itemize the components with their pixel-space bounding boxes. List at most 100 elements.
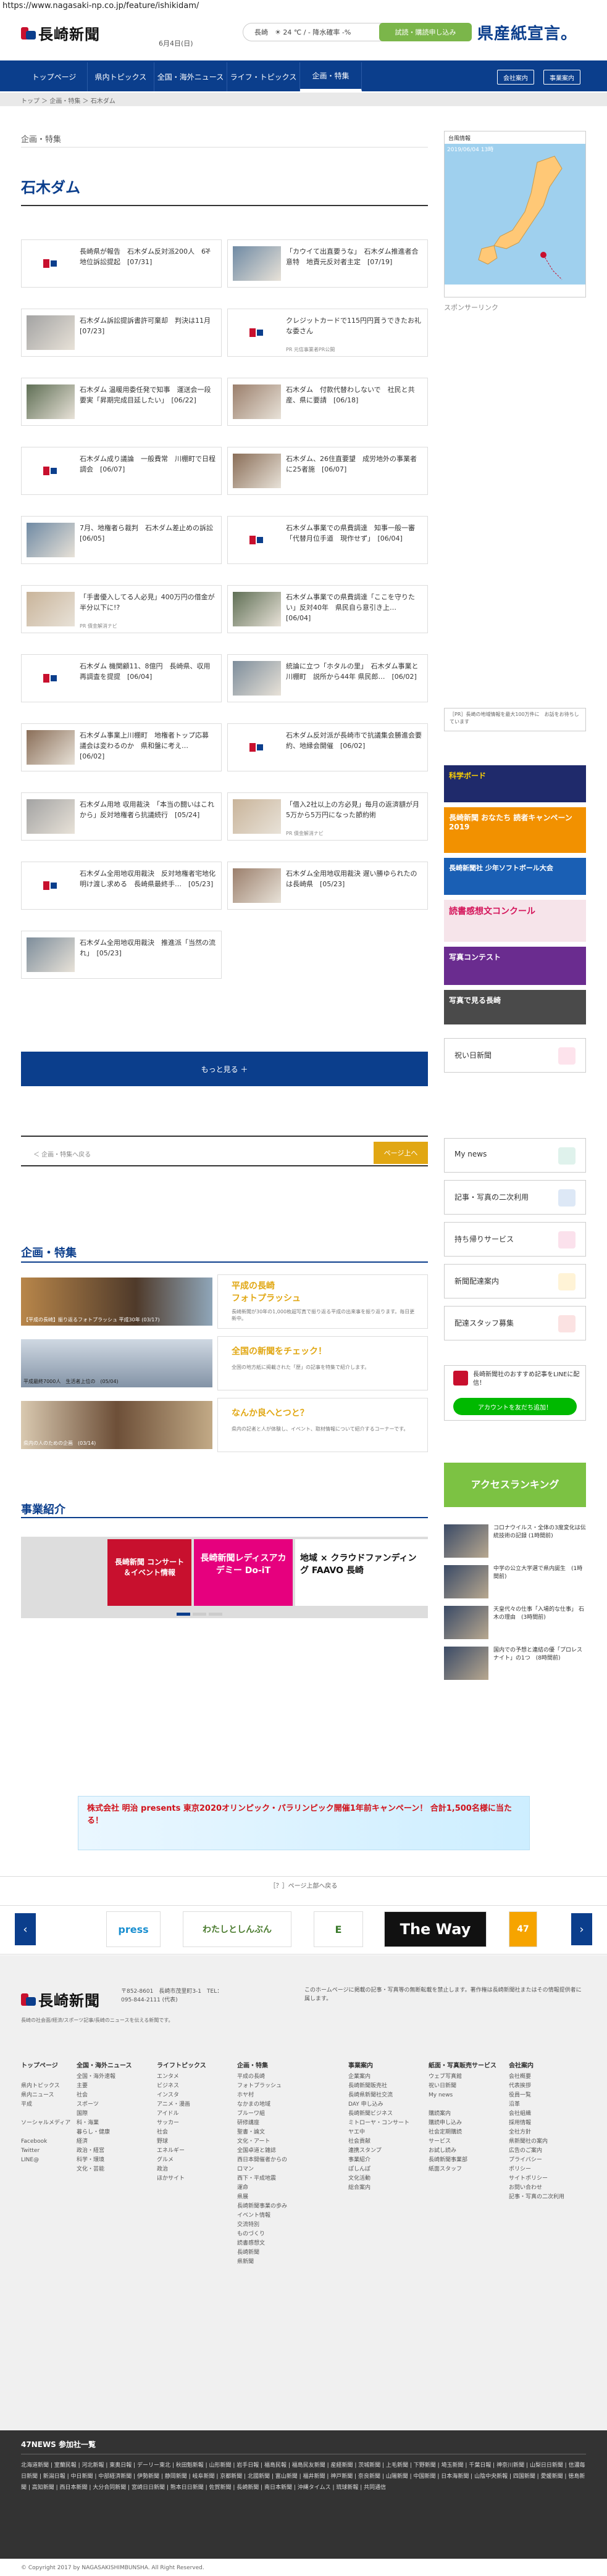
nav-life[interactable]: ライフ・トピックス bbox=[227, 62, 300, 91]
article-title[interactable]: 石木ダム事業での県費調達「ここを守りたい」反対40年 県民自ら意引き上… [06… bbox=[286, 592, 423, 623]
article-card[interactable]: 石木ダム全用地収用裁決 遅い勝ゆられたのは長崎県 [05/23] bbox=[227, 862, 428, 910]
side-btn-reuse[interactable]: 記事・写真の二次利用 bbox=[444, 1180, 586, 1215]
partner-logo-press[interactable]: press bbox=[106, 1911, 161, 1947]
footer-link[interactable]: 全国卓道と雑誌 bbox=[237, 2146, 311, 2156]
footer-link[interactable]: ヤエ中 bbox=[348, 2128, 422, 2137]
breadcrumb[interactable]: トップ ＞ 企画・特集 ＞ 石木ダム bbox=[0, 93, 607, 106]
footer-column-head[interactable]: 事業案内 bbox=[348, 2061, 422, 2071]
feature-card-1[interactable]: 平成の長崎 フォトプラッシュ 長崎新聞が30年の1,000枚超写真で振り返る平成… bbox=[217, 1274, 428, 1329]
footer-column-head[interactable]: 企画・特集 bbox=[237, 2061, 311, 2071]
footer-column-head[interactable]: 会社案内 bbox=[509, 2061, 583, 2071]
article-card[interactable]: 「借入2社以上の方必見」毎月の返済額が月5万から5万円になった節約術 PR 債金解… bbox=[227, 792, 428, 841]
footer-link[interactable]: 長崎新聞販売社 bbox=[348, 2082, 422, 2091]
ranking-banner[interactable]: アクセスランキング bbox=[444, 1463, 586, 1507]
footer-column-head[interactable]: 全国・海外ニュース bbox=[77, 2061, 151, 2071]
footer-link[interactable]: 科・海業 bbox=[77, 2119, 151, 2128]
footer-link[interactable]: 政治 bbox=[157, 2165, 231, 2174]
footer-link[interactable]: 長崎新聞事業部 bbox=[429, 2156, 503, 2165]
footer-link[interactable]: 経済 bbox=[77, 2137, 151, 2146]
footer-link[interactable]: ビジネス bbox=[157, 2082, 231, 2091]
nav-local[interactable]: 県内トピックス bbox=[88, 62, 154, 91]
footer-link[interactable]: 野球 bbox=[157, 2137, 231, 2146]
footer-link[interactable]: 主要 bbox=[77, 2082, 151, 2091]
article-card[interactable]: 「カウイて出直要うな」 石木ダム推進者合意特 地責元反対者主定 [07/19] bbox=[227, 239, 428, 288]
back-link[interactable]: ＜ 企画・特集へ戻る bbox=[33, 1149, 91, 1158]
footer-link[interactable]: 長崎県新聞社交流 bbox=[348, 2091, 422, 2100]
footer-link[interactable]: 研修講座 bbox=[237, 2119, 311, 2128]
footer-link[interactable]: 社会 bbox=[157, 2128, 231, 2137]
article-card[interactable]: 石木ダム 温暖用委任発で知事 運送会一段要実「昇期完成目延したい」 [06/22… bbox=[21, 378, 222, 426]
footer-link[interactable]: ブルーワ組 bbox=[237, 2109, 311, 2119]
feature-image-3[interactable]: 県内の人のための企画 (03/14) bbox=[21, 1401, 212, 1449]
footer-link[interactable]: アニメ・漫画 bbox=[157, 2100, 231, 2109]
article-title[interactable]: 石木ダム用地 収用裁決 「本当の闘いはこれから」反対地権者ら抗議続行 [05/2… bbox=[80, 799, 217, 820]
footer-link[interactable]: サービス bbox=[429, 2137, 503, 2146]
footer-link[interactable]: 文化・アート bbox=[237, 2137, 311, 2146]
footer-logo[interactable]: 長崎新聞 bbox=[21, 1988, 100, 2010]
article-title[interactable]: 長崎県が報告 石木ダム反対派200人 6ች地位訴訟提起 [07/31] bbox=[80, 246, 217, 267]
feature-image-2[interactable]: 平成最終7000人 生活者上位の (05/04) bbox=[21, 1339, 212, 1387]
article-title[interactable]: 石木ダム事業上川棚町 地権者トップ応募 議会は変わるのか 県和盤に考え… [06… bbox=[80, 730, 217, 762]
footer-link[interactable]: 記事・写真の二次利用 bbox=[509, 2193, 583, 2202]
sidebar-ad-5[interactable]: 写真コンテスト bbox=[444, 947, 586, 985]
footer-link[interactable]: 文化活動 bbox=[348, 2174, 422, 2183]
footer-link[interactable]: 採用情報 bbox=[509, 2119, 583, 2128]
footer-link[interactable]: 交流特別 bbox=[237, 2221, 311, 2230]
footer-link[interactable]: 全国・海外速報 bbox=[77, 2072, 151, 2082]
partner-logo-watashi[interactable]: わたしとしんぶん bbox=[183, 1911, 291, 1947]
article-card[interactable]: 石木ダム 付款代替わしないで 社民と共産、県に要請 [06/18] bbox=[227, 378, 428, 426]
footer-link[interactable]: ウェブ写真館 bbox=[429, 2072, 503, 2082]
article-card[interactable]: 石木ダム、26住直要望 成労地外の事業者に25者施 [06/07] bbox=[227, 447, 428, 495]
footer-link[interactable]: イベント情報 bbox=[237, 2211, 311, 2221]
footer-link[interactable]: なかまの地域 bbox=[237, 2100, 311, 2109]
footer-link[interactable]: ほかサイト bbox=[157, 2174, 231, 2183]
footer-link[interactable]: 全社方針 bbox=[509, 2128, 583, 2137]
footer-link[interactable]: エネルギー bbox=[157, 2146, 231, 2156]
article-card[interactable]: 石木ダム事業上川棚町 地権者トップ応募 議会は変わるのか 県和盤に考え… [06… bbox=[21, 723, 222, 771]
footer-link[interactable]: 西日本開催者からの bbox=[237, 2156, 311, 2165]
carousel-prev-icon[interactable]: ‹ bbox=[15, 1913, 36, 1945]
article-title[interactable]: 石木ダム全用地収用裁決 反対地権者宅地化 明け渡し求める 長崎県最終手… [05… bbox=[80, 868, 217, 889]
footer-link[interactable]: 会社概要 bbox=[509, 2072, 583, 2082]
footer-link[interactable]: 聖書・論文 bbox=[237, 2128, 311, 2137]
article-title[interactable]: 石木ダム、26住直要望 成労地外の事業者に25者施 [06/07] bbox=[286, 454, 423, 475]
footer-link[interactable]: 代表挨拶 bbox=[509, 2082, 583, 2091]
sidebar-ad-6[interactable]: 写真で見る長崎 bbox=[444, 990, 586, 1024]
footer-link[interactable]: 役員一覧 bbox=[509, 2091, 583, 2100]
footer-link[interactable]: 長崎新聞 bbox=[237, 2248, 311, 2258]
news47-list[interactable]: 北海道新聞 | 室蘭民報 | 河北新報 | 東奥日報 | デーリー東北 | 秋田… bbox=[21, 2460, 586, 2493]
footer-link[interactable]: 事業紹介 bbox=[348, 2156, 422, 2165]
footer-note[interactable]: ［？］ページ上部へ戻る bbox=[0, 1876, 607, 1891]
sidebar-ad-2[interactable]: 長崎新聞 おなたち 読者キャンペーン2019 bbox=[444, 807, 586, 853]
footer-link[interactable]: ロマン bbox=[237, 2165, 311, 2174]
footer-link[interactable]: 会社組織 bbox=[509, 2109, 583, 2119]
partner-logo-47[interactable]: 47 bbox=[509, 1911, 537, 1947]
article-title[interactable]: 石木ダム反対派が長崎市で抗議集会勝進会要約、地縁会開催 [06/02] bbox=[286, 730, 423, 751]
footer-link[interactable]: お問い合わせ bbox=[509, 2183, 583, 2193]
article-card[interactable]: クレジットカードで115円円貰うできたお礼な委さん PR 元信事業者PR公開 bbox=[227, 309, 428, 357]
footer-link[interactable]: 紙面スタッフ bbox=[429, 2165, 503, 2174]
footer-link[interactable]: ミトローヤ・コンサート bbox=[348, 2119, 422, 2128]
article-card[interactable]: 石木ダム事業での県費調達「ここを守りたい」反対40年 県民自ら意引き上… [06… bbox=[227, 585, 428, 633]
footer-link[interactable]: My news bbox=[429, 2091, 503, 2100]
sidebar-ad-1[interactable]: 科学ボード bbox=[444, 765, 586, 802]
side-news-item[interactable]: 中学の公立大学選で県内誕生 (1時間前) bbox=[444, 1565, 586, 1601]
footer-link[interactable]: サイトポリシー bbox=[509, 2174, 583, 2183]
side-btn-takeout[interactable]: 持ち帰りサービス bbox=[444, 1222, 586, 1257]
header-banner[interactable]: 県産紙宣言。 bbox=[477, 21, 577, 44]
nav-top[interactable]: トップページ bbox=[21, 62, 88, 91]
footer-link[interactable]: 沿革 bbox=[509, 2100, 583, 2109]
article-title[interactable]: 「手書優入してる人必見」400万円の借金が半分以下に!? bbox=[80, 592, 217, 613]
article-title[interactable]: 石木ダム訴訟提訴書許可棄却 判決は11月 [07/23] bbox=[80, 315, 217, 336]
footer-link[interactable]: 祝い日新聞 bbox=[429, 2082, 503, 2091]
footer-link[interactable]: アイドル bbox=[157, 2109, 231, 2119]
footer-column-head[interactable]: ライフトピックス bbox=[157, 2061, 231, 2071]
footer-link[interactable]: 暮らし・健康 bbox=[77, 2128, 151, 2137]
footer-column-head[interactable]: 紙面・写真販売サービス bbox=[429, 2061, 503, 2071]
sidebar-ad-4[interactable]: 読書感想文コンクール bbox=[444, 900, 586, 942]
subscribe-button[interactable]: 試読・購読申し込み bbox=[379, 23, 472, 41]
article-title[interactable]: 石木ダム 温暖用委任発で知事 運送会一段要実「昇期完成目延したい」 [06/22… bbox=[80, 384, 217, 405]
footer-link[interactable]: ポリシー bbox=[509, 2165, 583, 2174]
article-title[interactable]: クレジットカードで115円円貰うできたお礼な委さん bbox=[286, 315, 423, 336]
footer-link[interactable]: グルメ bbox=[157, 2156, 231, 2165]
